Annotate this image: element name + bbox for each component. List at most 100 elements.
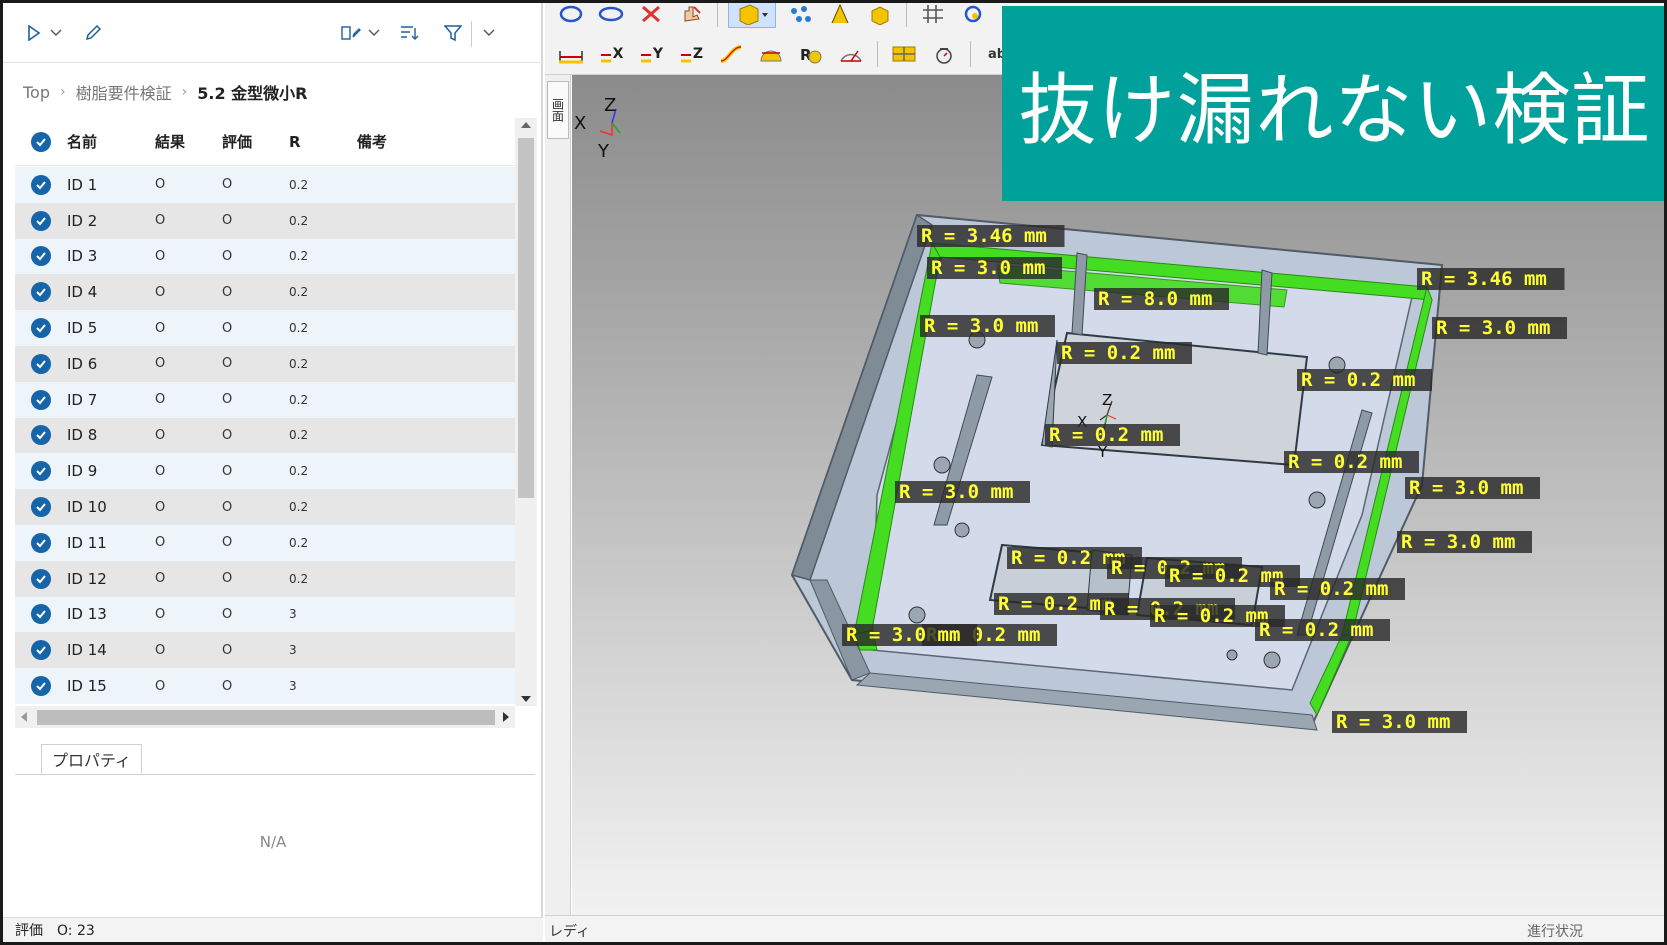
radius-label[interactable]: R = 3.0 mm <box>920 315 1055 337</box>
radius-label-text: R = 0.2 mm <box>1274 578 1388 600</box>
column-header-name[interactable]: 名前 <box>67 131 155 152</box>
measure-z-icon[interactable]: Z <box>675 40 707 68</box>
table-row[interactable]: ID 2 O O 0.2 <box>15 202 515 239</box>
radius-label[interactable]: R = 3.0 mm <box>842 624 977 646</box>
table-row[interactable]: ID 1 O O 0.2 <box>15 167 515 203</box>
horizontal-scrollbar[interactable] <box>15 706 515 728</box>
radius-label[interactable]: R = 3.46 mm <box>1417 268 1565 290</box>
radius-label[interactable]: R = 3.0 mm <box>1405 477 1540 499</box>
radius-label[interactable]: R = 0.2 mm <box>1284 451 1419 473</box>
table-row[interactable]: ID 11 O O 0.2 <box>15 524 515 561</box>
table-row[interactable]: ID 8 O O 0.2 <box>15 417 515 454</box>
table-row[interactable]: ID 9 O O 0.2 <box>15 453 515 490</box>
orbit-icon[interactable] <box>595 3 627 28</box>
table-row[interactable]: ID 7 O O 0.2 <box>15 381 515 418</box>
column-header-note[interactable]: 備考 <box>357 131 507 152</box>
row-checkbox[interactable] <box>15 246 67 267</box>
chevron-down-icon[interactable] <box>47 21 65 45</box>
table-row[interactable]: ID 15 O O 3 <box>15 668 515 704</box>
radius-label[interactable]: R = 0.2 mm <box>1270 578 1405 600</box>
column-header-evaluation[interactable]: 評価 <box>222 131 289 152</box>
row-checkbox[interactable] <box>15 640 67 661</box>
radius-label[interactable]: R = 0.2 mm <box>1297 369 1432 391</box>
table-row[interactable]: ID 10 O O 0.2 <box>15 489 515 525</box>
3d-viewport[interactable]: Z X Y Z X Y R = 3.46 mm R = 3.0 mm R = 8… <box>572 75 1667 915</box>
rotate-icon[interactable] <box>555 3 587 28</box>
scroll-up-icon[interactable] <box>521 122 531 128</box>
scrollbar-thumb[interactable] <box>37 710 495 725</box>
chevron-down-icon[interactable] <box>479 21 499 45</box>
row-checkbox[interactable] <box>15 497 67 518</box>
curve-measure-icon[interactable] <box>715 40 747 68</box>
evaluation-status: 評価 O: 23 <box>3 917 543 942</box>
radius-label[interactable]: R = 3.0 mm <box>1432 317 1567 339</box>
radius-label[interactable]: R = 3.0 mm <box>895 481 1030 503</box>
column-header-r[interactable]: R <box>289 133 357 151</box>
measure-y-icon[interactable]: Y <box>635 40 667 68</box>
row-checkbox[interactable] <box>15 532 67 553</box>
chevron-down-icon[interactable] <box>365 21 383 45</box>
solid-box-dropdown[interactable] <box>728 3 776 28</box>
delete-icon[interactable] <box>635 3 667 28</box>
column-header-result[interactable]: 結果 <box>155 131 222 152</box>
play-icon[interactable] <box>23 21 45 45</box>
cube-icon[interactable] <box>864 3 896 28</box>
table-row[interactable]: ID 4 O O 0.2 <box>15 274 515 311</box>
table-row[interactable]: ID 12 O O 0.2 <box>15 560 515 597</box>
row-checkbox[interactable] <box>15 676 67 697</box>
cell-evaluation: O <box>222 606 233 622</box>
table-row[interactable]: ID 5 O O 0.2 <box>15 310 515 346</box>
row-checkbox[interactable] <box>15 318 67 339</box>
tab-properties[interactable]: プロパティ <box>41 744 143 774</box>
breadcrumb-item-top[interactable]: Top <box>23 83 50 102</box>
radius-arc-icon[interactable] <box>755 40 787 68</box>
model-canvas[interactable]: Z X Y Z X Y R = 3.46 mmR = 3.0 mmR = 8.0… <box>572 75 1667 915</box>
tab-screen[interactable]: 画面 <box>547 81 569 139</box>
section-view-icon[interactable] <box>888 40 920 68</box>
columns-icon[interactable] <box>339 21 363 45</box>
select-all-checkbox[interactable] <box>15 131 67 152</box>
sync-icon[interactable] <box>957 3 989 28</box>
radius-label[interactable]: R = 0.2 mm <box>1057 342 1192 364</box>
table-row[interactable]: ID 13 O O 3 <box>15 596 515 633</box>
edit-icon[interactable] <box>81 21 105 45</box>
row-checkbox[interactable] <box>15 461 67 482</box>
grid-icon[interactable] <box>917 3 949 28</box>
row-checkbox[interactable] <box>15 389 67 410</box>
radius-label[interactable]: R = 3.0 mm <box>1332 711 1467 733</box>
text-annotation-icon[interactable] <box>824 3 856 28</box>
row-checkbox[interactable] <box>15 425 67 446</box>
angle-measure-icon[interactable] <box>835 40 867 68</box>
radius-label[interactable]: R = 0.2 mm <box>1255 619 1390 641</box>
points-icon[interactable] <box>784 3 816 28</box>
radius-measure-icon[interactable]: R <box>795 40 827 68</box>
vertical-scrollbar[interactable] <box>515 118 537 706</box>
row-checkbox[interactable] <box>15 353 67 374</box>
radius-label[interactable]: R = 8.0 mm <box>1094 288 1229 310</box>
row-checkbox[interactable] <box>15 604 67 625</box>
sort-icon[interactable] <box>397 21 421 45</box>
scroll-left-icon[interactable] <box>21 712 27 722</box>
row-checkbox[interactable] <box>15 210 67 231</box>
table-row[interactable]: ID 6 O O 0.2 <box>15 345 515 382</box>
radius-label[interactable]: R = 0.2 mm <box>1045 424 1180 446</box>
mass-properties-icon[interactable] <box>928 40 960 68</box>
row-checkbox[interactable] <box>15 174 67 195</box>
measure-x-icon[interactable]: X <box>595 40 627 68</box>
row-checkbox[interactable] <box>15 568 67 589</box>
table-header: 名前 結果 評価 R 備考 <box>15 118 515 166</box>
radius-label[interactable]: R = 3.46 mm <box>917 225 1065 247</box>
measure-distance-icon[interactable] <box>555 40 587 68</box>
scroll-right-icon[interactable] <box>503 712 509 722</box>
scroll-down-icon[interactable] <box>521 696 531 702</box>
filter-icon[interactable] <box>441 21 465 45</box>
table-row[interactable]: ID 14 O O 3 <box>15 632 515 669</box>
properties-panel: プロパティ N/A <box>3 738 543 918</box>
row-checkbox[interactable] <box>15 282 67 303</box>
select-hand-icon[interactable] <box>675 3 707 28</box>
radius-label[interactable]: R = 3.0 mm <box>1397 531 1532 553</box>
scrollbar-thumb[interactable] <box>518 138 534 498</box>
breadcrumb-item-resin[interactable]: 樹脂要件検証 <box>76 80 172 104</box>
radius-label[interactable]: R = 3.0 mm <box>927 257 1062 279</box>
table-row[interactable]: ID 3 O O 0.2 <box>15 238 515 275</box>
